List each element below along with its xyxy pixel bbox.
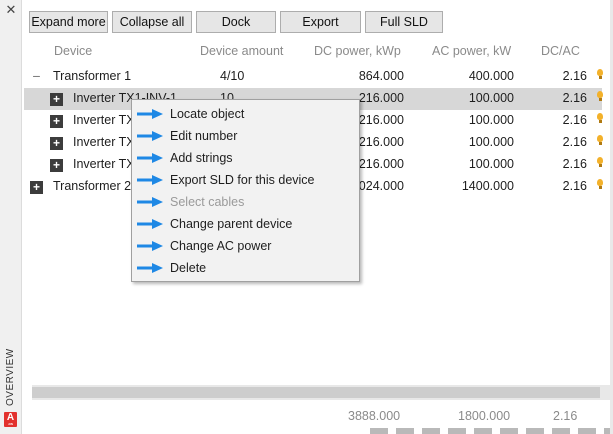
ac-power-cell: 100.000 [468, 113, 514, 127]
lightbulb-icon[interactable] [597, 69, 603, 81]
dc-ac-ratio-cell: 2.16 [562, 113, 587, 127]
menu-item-change-parent-device[interactable]: Change parent device [132, 213, 359, 235]
partial-footer-strip [370, 428, 613, 434]
menu-item-label: Change parent device [170, 217, 293, 231]
export-button[interactable]: Export [280, 11, 361, 33]
horizontal-scrollbar[interactable] [32, 385, 600, 400]
table-row[interactable]: − Transformer 1 4/10 864.000 400.000 2.16 [24, 66, 603, 88]
arrow-right-icon [137, 131, 163, 141]
arrow-right-icon [137, 219, 163, 229]
expand-icon[interactable]: + [30, 181, 43, 194]
total-dc-ac-ratio: 2.16 [553, 409, 578, 423]
horizontal-scrollbar-thumb[interactable] [32, 387, 600, 398]
close-icon[interactable]: ✕ [4, 2, 18, 18]
menu-item-export-sld-for-this-device[interactable]: Export SLD for this device [132, 169, 359, 191]
lightbulb-icon[interactable] [597, 157, 603, 169]
arrow-right-icon [137, 197, 163, 207]
lightbulb-icon[interactable] [597, 91, 603, 103]
collapse-icon[interactable]: − [30, 69, 43, 83]
app-logo-subtext: ᴬᴵᴺ [8, 422, 13, 427]
menu-item-delete[interactable]: Delete [132, 257, 359, 279]
menu-item-add-strings[interactable]: Add strings [132, 147, 359, 169]
arrow-right-icon [137, 109, 163, 119]
dc-power-cell: 864.000 [358, 69, 404, 83]
menu-item-select-cables: Select cables [132, 191, 359, 213]
menu-item-locate-object[interactable]: Locate object [132, 103, 359, 125]
ac-power-cell: 400.000 [468, 69, 514, 83]
dc-ac-ratio-cell: 2.16 [562, 69, 587, 83]
menu-item-label: Add strings [170, 151, 233, 165]
menu-item-edit-number[interactable]: Edit number [132, 125, 359, 147]
device-name-cell: Transformer 1 [53, 69, 132, 83]
collapse-all-button[interactable]: Collapse all [112, 11, 192, 33]
ac-power-cell: 100.000 [468, 135, 514, 149]
column-header-dc-power[interactable]: DC power, kWp [314, 44, 401, 58]
menu-item-label: Delete [170, 261, 207, 275]
arrow-right-icon [137, 241, 163, 251]
arrow-right-icon [137, 153, 163, 163]
menu-item-label: Change AC power [170, 239, 272, 253]
column-header-device-amount[interactable]: Device amount [200, 44, 283, 58]
expand-icon[interactable]: + [50, 115, 63, 128]
menu-item-label: Locate object [170, 107, 245, 121]
arrow-right-icon [137, 175, 163, 185]
column-header-device[interactable]: Device [54, 44, 92, 58]
dc-ac-ratio-cell: 2.16 [562, 91, 587, 105]
lightbulb-icon[interactable] [597, 135, 603, 147]
lightbulb-icon[interactable] [597, 113, 603, 125]
menu-item-label: Export SLD for this device [170, 173, 315, 187]
side-panel-strip: ✕ OVERVIEW Aᴬᴵᴺ [0, 0, 22, 434]
dc-ac-ratio-cell: 2.16 [562, 157, 587, 171]
ac-power-cell: 100.000 [468, 91, 514, 105]
total-dc-power: 3888.000 [348, 409, 401, 423]
device-name-cell: Transformer 2 [53, 179, 132, 193]
device-amount-cell: 4/10 [220, 69, 245, 83]
arrow-right-icon [137, 263, 163, 273]
column-header-ac-power[interactable]: AC power, kW [432, 44, 511, 58]
app-logo: Aᴬᴵᴺ [4, 412, 17, 427]
ac-power-cell: 100.000 [468, 157, 514, 171]
dc-ac-ratio-cell: 2.16 [562, 135, 587, 149]
expand-icon[interactable]: + [50, 93, 63, 106]
expand-icon[interactable]: + [50, 159, 63, 172]
context-menu: Locate object Edit number Add strings Expor… [131, 99, 360, 282]
lightbulb-icon[interactable] [597, 179, 603, 191]
dock-button[interactable]: Dock [196, 11, 276, 33]
menu-item-label: Select cables [170, 195, 245, 209]
column-header-dc-ac[interactable]: DC/AC [541, 44, 580, 58]
menu-item-change-ac-power[interactable]: Change AC power [132, 235, 359, 257]
dc-ac-ratio-cell: 2.16 [562, 179, 587, 193]
full-sld-button[interactable]: Full SLD [365, 11, 443, 33]
expand-more-button[interactable]: Expand more [29, 11, 108, 33]
menu-item-label: Edit number [170, 129, 238, 143]
total-ac-power: 1800.000 [458, 409, 511, 423]
overview-tab[interactable]: OVERVIEW [3, 346, 19, 408]
ac-power-cell: 1400.000 [461, 179, 514, 193]
expand-icon[interactable]: + [50, 137, 63, 150]
